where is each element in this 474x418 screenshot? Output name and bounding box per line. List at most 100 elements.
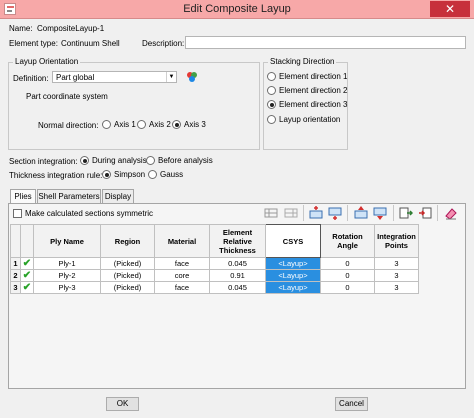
axis-2-radio[interactable]: Axis 2 xyxy=(137,120,171,129)
radio-icon xyxy=(267,86,276,95)
plies-table: Ply Name Region Material Element Relativ… xyxy=(10,224,419,294)
checkbox-icon xyxy=(13,209,22,218)
rotation-cell[interactable]: 0 xyxy=(320,269,375,282)
insert-row-after-icon[interactable] xyxy=(328,206,342,220)
csys-cell[interactable]: <Layup> xyxy=(265,281,321,294)
row-number: 3 xyxy=(10,281,21,294)
table-row[interactable]: 3 ✔ Ply-3 (Picked) face 0.045 <Layup> 0 … xyxy=(10,281,419,294)
element-direction-2-radio[interactable]: Element direction 2 xyxy=(267,86,347,95)
ply-name-cell[interactable]: Ply-1 xyxy=(33,257,101,270)
eraser-icon[interactable] xyxy=(444,206,458,220)
definition-dropdown[interactable]: Part global ▼ xyxy=(52,71,177,83)
table-edit-icon[interactable] xyxy=(284,206,298,220)
toolbar-separator xyxy=(393,205,394,221)
description-label: Description: xyxy=(142,39,185,48)
column-header-rotation[interactable]: Rotation Angle xyxy=(320,224,375,258)
simpson-label: Simpson xyxy=(114,170,146,179)
table-row[interactable]: 2 ✔ Ply-2 (Picked) core 0.91 <Layup> 0 3 xyxy=(10,269,419,282)
table-row[interactable]: 1 ✔ Ply-1 (Picked) face 0.045 <Layup> 0 … xyxy=(10,257,419,270)
radio-icon xyxy=(137,120,146,129)
rotation-header-line: Rotation xyxy=(332,232,363,241)
gauss-radio[interactable]: Gauss xyxy=(148,170,183,179)
radio-selected-icon xyxy=(172,120,181,129)
element-direction-1-radio[interactable]: Element direction 1 xyxy=(267,72,347,81)
row-number: 2 xyxy=(10,269,21,282)
layup-orientation-title: Layup Orientation xyxy=(13,57,81,66)
symmetric-checkbox[interactable]: Make calculated sections symmetric xyxy=(13,209,153,218)
thickness-cell[interactable]: 0.045 xyxy=(209,257,266,270)
layup-orientation-label: Layup orientation xyxy=(279,115,341,124)
ply-name-cell[interactable]: Ply-2 xyxy=(33,269,101,282)
ok-button[interactable]: OK xyxy=(106,397,139,411)
column-header-thickness[interactable]: Element Relative Thickness xyxy=(209,224,266,258)
axis-1-radio[interactable]: Axis 1 xyxy=(102,120,136,129)
tab-shell-parameters[interactable]: Shell Parameters xyxy=(37,189,101,203)
section-integration-label: Section integration: xyxy=(9,157,78,166)
before-analysis-label: Before analysis xyxy=(158,156,213,165)
check-icon[interactable]: ✔ xyxy=(20,257,34,270)
thickness-cell[interactable]: 0.91 xyxy=(209,269,266,282)
thickness-rule-label: Thickness integration rule: xyxy=(9,171,103,180)
column-header-integration-points[interactable]: Integration Points xyxy=(374,224,419,258)
row-number-header xyxy=(10,224,21,258)
csys-cell[interactable]: <Layup> xyxy=(265,269,321,282)
normal-direction-label: Normal direction: xyxy=(38,121,99,130)
chevron-down-icon: ▼ xyxy=(166,72,176,82)
move-row-down-icon[interactable] xyxy=(373,206,387,220)
region-cell[interactable]: (Picked) xyxy=(100,257,155,270)
toolbar-separator xyxy=(303,205,304,221)
material-cell[interactable]: face xyxy=(154,257,210,270)
csys-cell[interactable]: <Layup> xyxy=(265,257,321,270)
cancel-button[interactable]: Cancel xyxy=(335,397,368,411)
tab-display[interactable]: Display xyxy=(102,189,134,203)
integration-points-cell[interactable]: 3 xyxy=(374,281,419,294)
read-from-file-icon[interactable] xyxy=(399,206,413,220)
integration-points-cell[interactable]: 3 xyxy=(374,269,419,282)
region-cell[interactable]: (Picked) xyxy=(100,281,155,294)
region-cell[interactable]: (Picked) xyxy=(100,269,155,282)
rotation-cell[interactable]: 0 xyxy=(320,257,375,270)
during-analysis-radio[interactable]: During analysis xyxy=(80,156,147,165)
tab-plies[interactable]: Plies xyxy=(10,189,36,204)
radio-icon xyxy=(267,72,276,81)
element-type-value: Continuum Shell xyxy=(61,39,120,48)
before-analysis-radio[interactable]: Before analysis xyxy=(146,156,213,165)
coordinate-system-text: Part coordinate system xyxy=(26,92,108,101)
name-label: Name: xyxy=(9,24,33,33)
status-header xyxy=(20,224,34,258)
integration-points-cell[interactable]: 3 xyxy=(374,257,419,270)
thickness-cell[interactable]: 0.045 xyxy=(209,281,266,294)
thickness-header-line: Relative xyxy=(223,236,252,246)
csys-picker-icon[interactable] xyxy=(186,71,198,83)
rotation-cell[interactable]: 0 xyxy=(320,281,375,294)
toolbar-separator xyxy=(347,205,348,221)
table-options-icon[interactable] xyxy=(264,206,278,220)
gauss-label: Gauss xyxy=(160,170,184,179)
write-to-file-icon[interactable] xyxy=(418,206,432,220)
axis-1-label: Axis 1 xyxy=(114,120,136,129)
axis-3-label: Axis 3 xyxy=(184,120,206,129)
material-cell[interactable]: face xyxy=(154,281,210,294)
layup-orientation-radio[interactable]: Layup orientation xyxy=(267,115,340,124)
check-icon[interactable]: ✔ xyxy=(20,269,34,282)
element-direction-3-radio[interactable]: Element direction 3 xyxy=(267,100,347,109)
integration-header-line: Points xyxy=(385,241,408,250)
simpson-radio[interactable]: Simpson xyxy=(102,170,145,179)
material-cell[interactable]: core xyxy=(154,269,210,282)
element-type-label: Element type: xyxy=(9,39,58,48)
close-button[interactable]: ✕ xyxy=(430,1,470,17)
radio-selected-icon xyxy=(267,100,276,109)
axis-3-radio[interactable]: Axis 3 xyxy=(172,120,206,129)
check-icon[interactable]: ✔ xyxy=(20,281,34,294)
column-header-material[interactable]: Material xyxy=(154,224,210,258)
description-input[interactable] xyxy=(185,36,466,49)
column-header-ply-name[interactable]: Ply Name xyxy=(33,224,101,258)
definition-value: Part global xyxy=(56,73,95,82)
move-row-up-icon[interactable] xyxy=(354,206,368,220)
ply-name-cell[interactable]: Ply-3 xyxy=(33,281,101,294)
axis-2-label: Axis 2 xyxy=(149,120,171,129)
insert-row-before-icon[interactable] xyxy=(309,206,323,220)
radio-icon xyxy=(146,156,155,165)
column-header-csys[interactable]: CSYS xyxy=(265,224,321,258)
column-header-region[interactable]: Region xyxy=(100,224,155,258)
